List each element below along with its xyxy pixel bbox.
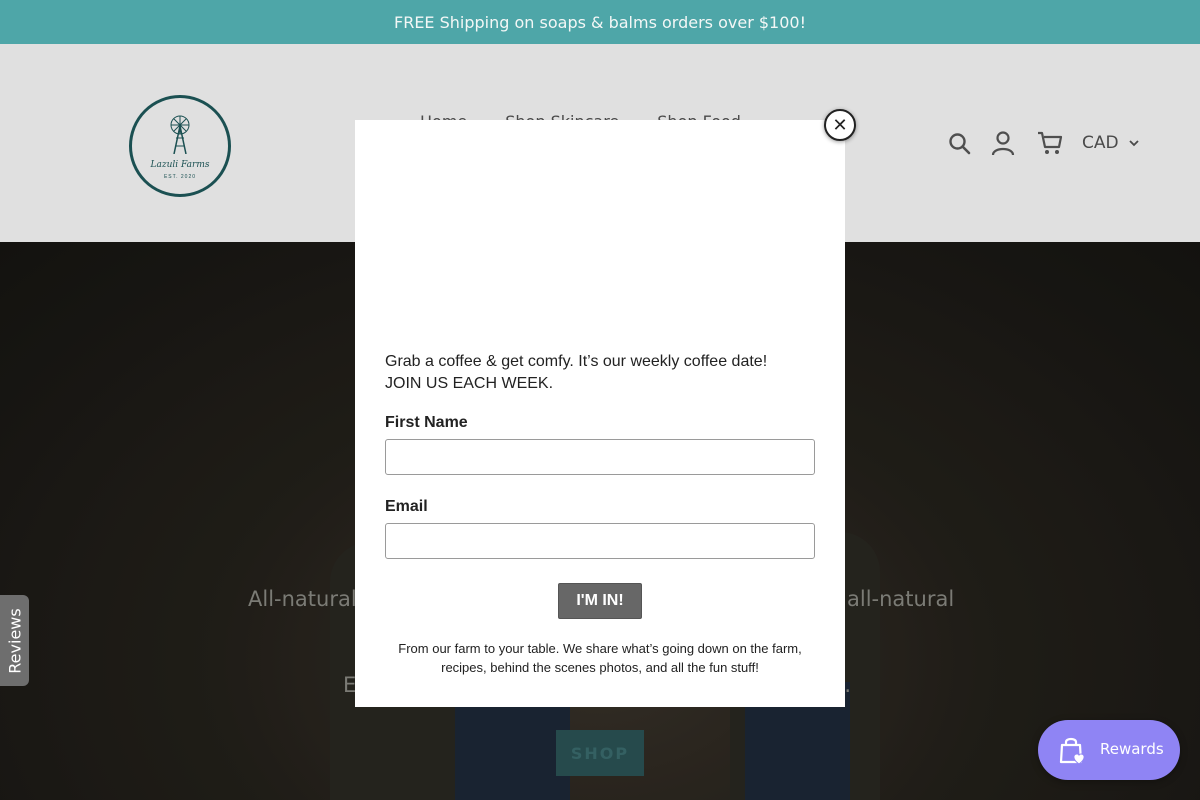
site-logo[interactable]: Lazuli Farms EST. 2020 (129, 95, 231, 197)
currency-select[interactable]: CAD (1082, 133, 1139, 153)
announcement-text: FREE Shipping on soaps & balms orders ov… (394, 12, 806, 32)
cart-icon[interactable] (1037, 130, 1063, 161)
shop-button[interactable]: SHOP (556, 730, 644, 776)
logo-est-text: EST. 2020 (163, 174, 197, 180)
account-icon[interactable] (991, 130, 1015, 161)
close-icon: ✕ (832, 114, 848, 136)
modal-intro-line1: Grab a coffee & get comfy. It’s our week… (385, 353, 768, 370)
rewards-label: Rewards (1100, 740, 1164, 758)
reviews-tab[interactable]: Reviews (0, 595, 29, 686)
email-field[interactable] (385, 523, 815, 559)
modal-footer-text: From our farm to your table. We share wh… (398, 641, 802, 675)
chevron-down-icon (1128, 140, 1139, 147)
announcement-bar: FREE Shipping on soaps & balms orders ov… (0, 0, 1200, 44)
im-in-button[interactable]: I'M IN! (558, 583, 642, 619)
modal-intro-line2: JOIN US EACH WEEK. (385, 375, 554, 392)
email-label: Email (385, 498, 428, 515)
currency-value: CAD (1082, 133, 1119, 153)
close-button[interactable]: ✕ (824, 109, 856, 141)
modal-intro: Grab a coffee & get comfy. It’s our week… (385, 351, 825, 395)
rewards-button[interactable]: Rewards (1038, 720, 1180, 780)
logo-brand-text: Lazuli Farms (150, 160, 210, 170)
search-icon[interactable] (948, 132, 972, 161)
newsletter-modal: Grab a coffee & get comfy. It’s our week… (355, 120, 845, 707)
reviews-tab-label: Reviews (5, 607, 24, 674)
first-name-label: First Name (385, 414, 468, 431)
shopping-bag-heart-icon (1059, 737, 1085, 765)
windmill-icon (170, 115, 190, 154)
first-name-field[interactable] (385, 439, 815, 475)
